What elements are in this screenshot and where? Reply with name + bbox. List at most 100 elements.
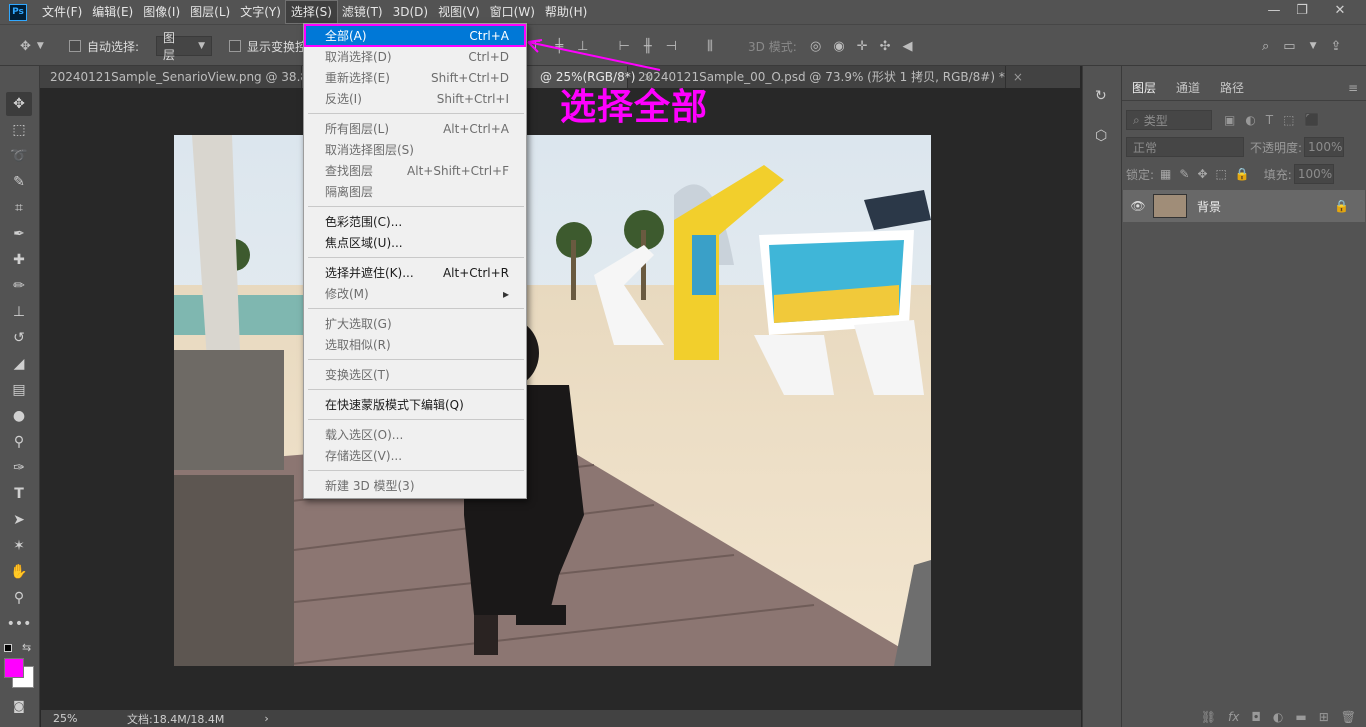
quick-select-tool-icon[interactable]: ✎ bbox=[6, 170, 32, 194]
foreground-color-swatch[interactable] bbox=[4, 658, 24, 678]
eyedropper-tool-icon[interactable]: ✒ bbox=[6, 222, 32, 246]
menu-shortcut: Ctrl+D bbox=[468, 49, 509, 64]
distribute-icon[interactable]: ⫼ bbox=[707, 39, 713, 54]
menu-filter[interactable]: 滤镜(T) bbox=[337, 1, 388, 23]
menu-item-transform-selection[interactable]: 变换选区(T) bbox=[305, 364, 525, 385]
menu-item-select-all[interactable]: 全部(A) Ctrl+A bbox=[304, 24, 526, 47]
swap-colors-icon[interactable]: ⇆ bbox=[22, 641, 31, 654]
hand-tool-icon[interactable]: ✋ bbox=[6, 560, 32, 584]
move-tool-icon[interactable]: ✥ bbox=[6, 92, 32, 116]
menu-item-inverse[interactable]: 反选(I) Shift+Ctrl+I bbox=[305, 88, 525, 109]
canvas-area[interactable] bbox=[41, 88, 1081, 710]
menu-item-grow[interactable]: 扩大选取(G) bbox=[305, 313, 525, 334]
tab-paths[interactable]: 路径 bbox=[1210, 75, 1254, 100]
menu-window[interactable]: 窗口(W) bbox=[485, 1, 540, 23]
eye-icon[interactable]: 👁 bbox=[1123, 199, 1153, 213]
healing-brush-tool-icon[interactable]: ✚ bbox=[6, 248, 32, 272]
adjustment-icon[interactable]: ◐ bbox=[1273, 710, 1283, 724]
layer-row-background[interactable]: 👁 背景 🔒 bbox=[1123, 190, 1365, 222]
menu-item-reselect[interactable]: 重新选择(E) Shift+Ctrl+D bbox=[305, 67, 525, 88]
type-tool-icon[interactable]: T bbox=[6, 482, 32, 506]
menu-item-deselect[interactable]: 取消选择(D) Ctrl+D bbox=[305, 46, 525, 67]
3d-panel-icon[interactable]: ⬡ bbox=[1095, 128, 1107, 144]
auto-select-checkbox[interactable]: 自动选择: bbox=[69, 36, 139, 56]
menu-file[interactable]: 文件(F) bbox=[37, 1, 87, 23]
menu-item-all-layers[interactable]: 所有图层(L) Alt+Ctrl+A bbox=[305, 118, 525, 139]
zoom-tool-icon[interactable]: ⚲ bbox=[6, 586, 32, 610]
pan-3d-icon[interactable]: ✛ bbox=[857, 39, 868, 54]
path-select-tool-icon[interactable]: ➤ bbox=[6, 508, 32, 532]
zoom-level[interactable]: 25% bbox=[41, 712, 111, 725]
close-tab-icon[interactable]: × bbox=[1013, 70, 1023, 84]
menu-item-deselect-layers[interactable]: 取消选择图层(S) bbox=[305, 139, 525, 160]
menu-item-load-selection[interactable]: 载入选区(O)... bbox=[305, 424, 525, 445]
panel-menu-icon[interactable]: ≡ bbox=[1348, 75, 1366, 100]
history-panel-icon[interactable]: ↻ bbox=[1095, 88, 1107, 104]
blur-tool-icon[interactable]: ● bbox=[6, 404, 32, 428]
3d-mode-label: 3D 模式: bbox=[748, 39, 797, 54]
quick-mask-icon[interactable]: ◙ bbox=[6, 694, 32, 718]
lasso-tool-icon[interactable]: ➰ bbox=[6, 144, 32, 168]
share-icon[interactable]: ⇪ bbox=[1331, 39, 1342, 54]
brush-tool-icon[interactable]: ✏ bbox=[6, 274, 32, 298]
lock-icons[interactable]: ▦✎✥⬚🔒 bbox=[1160, 167, 1258, 181]
chevron-down-icon[interactable]: ▼ bbox=[1310, 41, 1317, 51]
menu-item-new-3d-model[interactable]: 新建 3D 模型(3) bbox=[305, 475, 525, 496]
menu-help[interactable]: 帮助(H) bbox=[540, 1, 592, 23]
eraser-tool-icon[interactable]: ◢ bbox=[6, 352, 32, 376]
move-tool-preset[interactable]: ✥ ▼ bbox=[20, 36, 44, 56]
menu-item-color-range[interactable]: 色彩范围(C)... bbox=[305, 211, 525, 232]
fill-field[interactable]: 100% bbox=[1293, 164, 1334, 184]
menu-type[interactable]: 文字(Y) bbox=[235, 1, 286, 23]
auto-select-dropdown[interactable]: 图层 ▼ bbox=[156, 31, 212, 62]
layer-filter-dropdown[interactable]: ⌕ 类型 bbox=[1126, 110, 1212, 130]
menu-select[interactable]: 选择(S) bbox=[284, 0, 338, 24]
workspace-icon[interactable]: ▭ bbox=[1283, 39, 1295, 54]
menu-layer[interactable]: 图层(L) bbox=[185, 1, 235, 23]
clone-stamp-tool-icon[interactable]: ⊥ bbox=[6, 300, 32, 324]
history-brush-tool-icon[interactable]: ↺ bbox=[6, 326, 32, 350]
menu-3d[interactable]: 3D(D) bbox=[388, 1, 433, 23]
default-colors-icon[interactable] bbox=[4, 644, 12, 652]
gradient-tool-icon[interactable]: ▤ bbox=[6, 378, 32, 402]
close-button[interactable]: ✕ bbox=[1322, 0, 1358, 20]
tab-layers[interactable]: 图层 bbox=[1122, 75, 1167, 100]
tab-channels[interactable]: 通道 bbox=[1166, 75, 1210, 100]
pen-tool-icon[interactable]: ✑ bbox=[6, 456, 32, 480]
mask-icon[interactable]: ◘ bbox=[1251, 710, 1261, 724]
checkbox-box[interactable] bbox=[69, 40, 81, 52]
restore-button[interactable]: ❐ bbox=[1284, 0, 1320, 20]
menu-item-save-selection[interactable]: 存储选区(V)... bbox=[305, 445, 525, 466]
menu-item-modify[interactable]: 修改(M) ▸ bbox=[305, 283, 525, 304]
menu-image[interactable]: 图像(I) bbox=[138, 1, 185, 23]
menu-item-find-layers[interactable]: 查找图层 Alt+Shift+Ctrl+F bbox=[305, 160, 525, 181]
folder-icon[interactable]: ▬ bbox=[1295, 710, 1306, 724]
status-menu-arrow[interactable]: › bbox=[264, 712, 268, 725]
marquee-tool-icon[interactable]: ⬚ bbox=[6, 118, 32, 142]
menu-item-focus-area[interactable]: 焦点区域(U)... bbox=[305, 232, 525, 253]
scale-3d-icon[interactable]: ◀ bbox=[903, 39, 913, 54]
roll-3d-icon[interactable]: ◉ bbox=[833, 39, 844, 54]
menu-item-select-and-mask[interactable]: 选择并遮住(K)... Alt+Ctrl+R bbox=[305, 262, 525, 283]
menu-item-quick-mask[interactable]: 在快速蒙版模式下编辑(Q) bbox=[305, 394, 525, 415]
checkbox-box[interactable] bbox=[229, 40, 241, 52]
menu-item-isolate-layers[interactable]: 隔离图层 bbox=[305, 181, 525, 202]
menu-item-similar[interactable]: 选取相似(R) bbox=[305, 334, 525, 355]
shape-tool-icon[interactable]: ✶ bbox=[6, 534, 32, 558]
fx-icon[interactable]: fx bbox=[1228, 710, 1239, 724]
dodge-tool-icon[interactable]: ⚲ bbox=[6, 430, 32, 454]
link-icon[interactable]: ⛓ bbox=[1201, 710, 1216, 724]
slide-3d-icon[interactable]: ✣ bbox=[880, 39, 891, 54]
opacity-field[interactable]: 100% bbox=[1304, 137, 1345, 157]
menu-view[interactable]: 视图(V) bbox=[433, 1, 485, 23]
tab-senario-view[interactable]: 20240121Sample_SenarioView.png @ 38.8%(R… bbox=[40, 66, 376, 88]
orbit-3d-icon[interactable]: ◎ bbox=[810, 39, 821, 54]
blend-mode-dropdown[interactable]: 正常 bbox=[1126, 137, 1244, 157]
filter-type-icons[interactable]: ▣◐T⬚⬛ bbox=[1224, 113, 1329, 127]
menu-edit[interactable]: 编辑(E) bbox=[87, 1, 138, 23]
new-layer-icon[interactable]: ⊞ bbox=[1319, 710, 1329, 724]
more-tools-icon[interactable]: ••• bbox=[6, 612, 32, 636]
crop-tool-icon[interactable]: ⌗ bbox=[6, 196, 32, 220]
trash-icon[interactable]: 🗑 bbox=[1341, 710, 1356, 724]
search-icon[interactable]: ⌕ bbox=[1262, 39, 1269, 54]
